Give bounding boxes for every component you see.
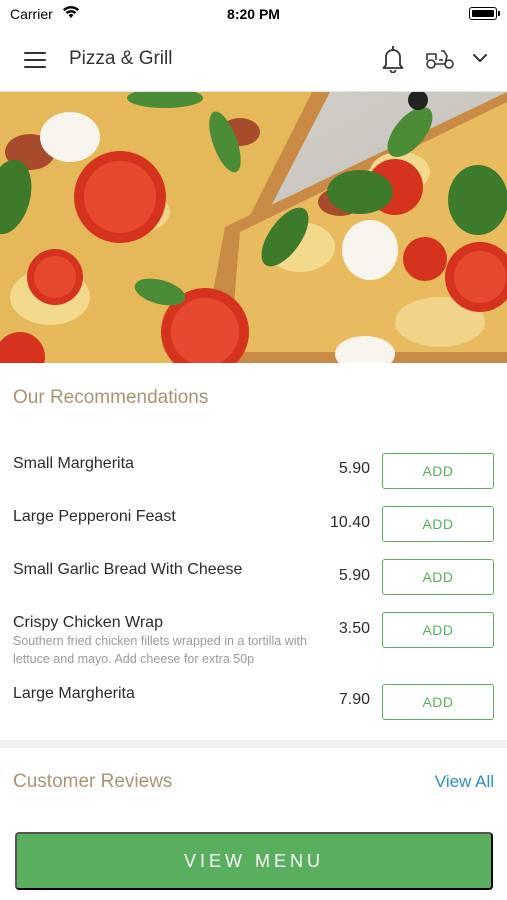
- pizza-photo: [0, 92, 507, 363]
- add-button[interactable]: ADD: [382, 684, 494, 720]
- add-button[interactable]: ADD: [382, 506, 494, 542]
- restaurant-title: Pizza & Grill: [69, 48, 173, 69]
- add-button[interactable]: ADD: [382, 559, 494, 595]
- hero-image: [0, 92, 507, 363]
- item-name: Small Margherita: [13, 455, 134, 472]
- bell-icon[interactable]: [381, 45, 405, 73]
- section-divider: [0, 740, 507, 748]
- item-name: Large Margherita: [13, 685, 135, 702]
- battery-icon: [469, 7, 500, 20]
- item-description: Southern fried chicken fillets wrapped i…: [13, 634, 307, 666]
- item-name: Small Garlic Bread With Cheese: [13, 561, 243, 578]
- reviews-title: Customer Reviews: [13, 771, 173, 792]
- add-button[interactable]: ADD: [382, 453, 494, 489]
- item-price: 10.40: [329, 514, 370, 531]
- chevron-down-icon[interactable]: [472, 53, 488, 63]
- scooter-icon[interactable]: [425, 48, 455, 70]
- item-price: 5.90: [338, 460, 370, 477]
- nav-bar: Pizza & Grill: [0, 28, 507, 92]
- view-all-link[interactable]: View All: [435, 772, 494, 792]
- add-button[interactable]: ADD: [382, 612, 494, 648]
- item-name: Large Pepperoni Feast: [13, 508, 176, 525]
- item-price: 5.90: [338, 567, 370, 584]
- clock: 8:20 PM: [227, 6, 280, 22]
- menu-icon[interactable]: [24, 52, 46, 68]
- item-price: 7.90: [338, 691, 370, 708]
- item-price: 3.50: [338, 620, 370, 637]
- status-bar: Carrier 8:20 PM: [0, 0, 507, 28]
- recommendations-title: Our Recommendations: [13, 387, 209, 408]
- item-name: Crispy Chicken Wrap: [13, 614, 163, 631]
- view-menu-button[interactable]: VIEW MENU: [15, 832, 493, 890]
